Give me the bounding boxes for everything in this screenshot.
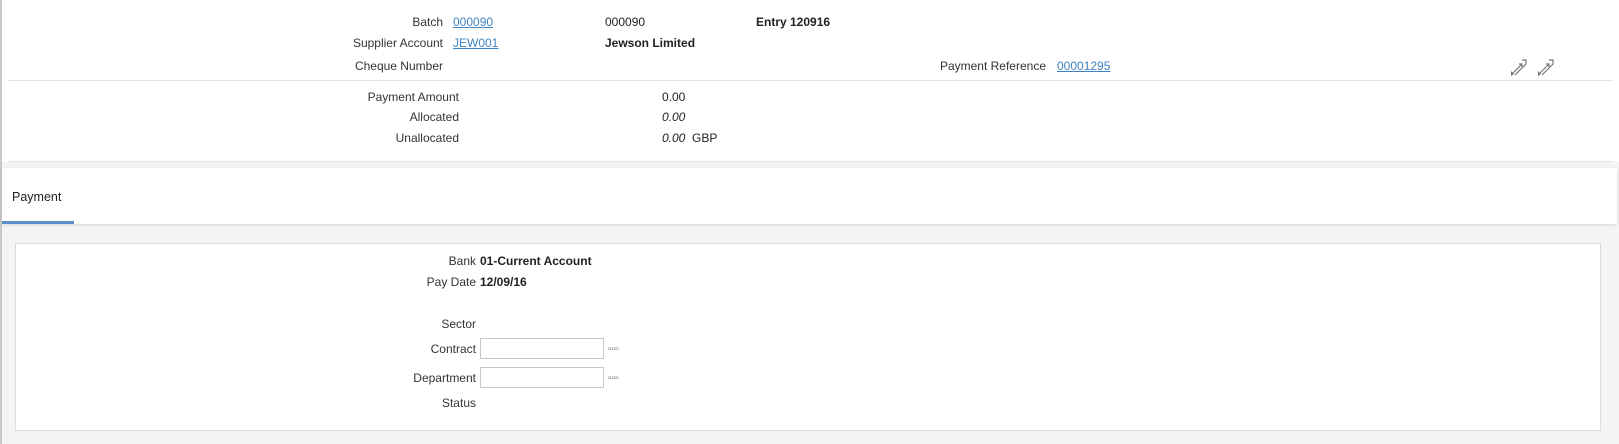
expand-icon[interactable]: [1510, 57, 1530, 77]
allocated-value: 0.00: [662, 110, 686, 124]
sector-label: Sector: [441, 317, 476, 331]
expand-icon[interactable]: [1537, 57, 1557, 77]
payment-reference-link[interactable]: 00001295: [1057, 59, 1110, 73]
divider: [8, 161, 1613, 162]
tab-bar: Payment: [2, 168, 1617, 224]
tab-payment[interactable]: Payment: [2, 168, 74, 224]
bank-label: Bank: [448, 254, 476, 268]
department-input[interactable]: [480, 367, 604, 388]
department-lookup-button[interactable]: ▫▫▫: [608, 374, 619, 384]
payment-amount-value: 0.00: [662, 90, 686, 104]
entry-number: Entry 120916: [756, 15, 831, 29]
department-label: Department: [413, 371, 476, 385]
batch-label: Batch: [412, 15, 443, 29]
cheque-number-label: Cheque Number: [354, 59, 443, 73]
pay-date-label: Pay Date: [426, 275, 476, 289]
contract-lookup-button[interactable]: ▫▫▫: [608, 345, 619, 355]
payment-amount-label: Payment Amount: [367, 90, 459, 104]
divider: [8, 80, 1613, 81]
unallocated-value: 0.00: [662, 131, 686, 145]
payment-header: Batch 000090 000090 Entry 120916 Supplie…: [2, 0, 1619, 162]
supplier-name: Jewson Limited: [605, 36, 696, 50]
supplier-account-label: Supplier Account: [352, 36, 443, 50]
payment-panel: Bank 01-Current Account Pay Date 12/09/1…: [15, 243, 1601, 431]
contract-label: Contract: [430, 342, 476, 356]
batch-value: 000090: [605, 15, 646, 29]
allocated-label: Allocated: [409, 110, 459, 124]
tab-payment-label: Payment: [12, 190, 62, 204]
active-tab-indicator: [2, 221, 74, 224]
currency-code: GBP: [692, 131, 718, 145]
pay-date-value: 12/09/16: [480, 275, 527, 289]
status-label: Status: [441, 396, 476, 410]
contract-input[interactable]: [480, 338, 604, 359]
supplier-account-link[interactable]: JEW001: [453, 36, 498, 50]
unallocated-label: Unallocated: [395, 131, 459, 145]
bank-value: 01-Current Account: [480, 254, 592, 268]
payment-reference-label: Payment Reference: [939, 59, 1046, 73]
batch-link[interactable]: 000090: [453, 15, 493, 29]
